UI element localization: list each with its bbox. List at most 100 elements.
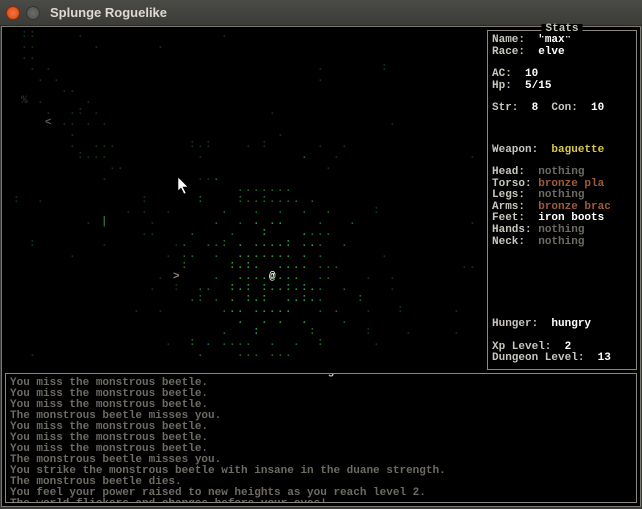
map-tile: . — [141, 206, 148, 217]
map-tile: . — [277, 349, 284, 360]
map-tile: . — [221, 305, 228, 316]
map-tile: . — [237, 217, 244, 228]
map-tile: . — [165, 338, 172, 349]
map-tile: . — [149, 283, 156, 294]
map-tile: . — [237, 316, 244, 327]
message-line: The world flickers and changes before yo… — [10, 499, 632, 503]
map-tile: : — [13, 195, 20, 206]
stat-weapon: Weapon: baguette — [492, 145, 632, 157]
map-tile: . — [469, 217, 476, 228]
map-tile: . — [293, 195, 300, 206]
map-tile: . — [197, 151, 204, 162]
map-tile: : — [261, 195, 268, 206]
map-tile: : — [397, 305, 404, 316]
map-tile: . — [269, 217, 276, 228]
map-tile: . — [85, 151, 92, 162]
map-tile: . — [293, 294, 300, 305]
map-tile: . — [109, 162, 116, 173]
map-tile: : — [173, 283, 180, 294]
map-tile: . — [229, 338, 236, 349]
dungeon-map[interactable]: ::...........:.........:.............:.:… — [5, 30, 483, 370]
map-tile: : — [181, 261, 188, 272]
messages-panel-title: Messages — [291, 373, 352, 378]
map-tile: . — [373, 338, 380, 349]
map-tile: . — [197, 349, 204, 360]
map-tile: : — [317, 338, 324, 349]
map-tile: . — [245, 140, 252, 151]
map-tile: . — [269, 195, 276, 206]
map-tile: . — [453, 305, 460, 316]
map-tile: . — [205, 283, 212, 294]
map-tile: . — [317, 305, 324, 316]
map-tile: . — [133, 305, 140, 316]
map-tile: . — [61, 118, 68, 129]
minimize-icon[interactable] — [26, 6, 40, 20]
stat-race: Race: elve — [492, 47, 632, 59]
map-tile: . — [325, 206, 332, 217]
stairs-down-icon: < — [45, 118, 52, 129]
map-tile: . — [101, 118, 108, 129]
map-tile: : — [189, 140, 196, 151]
map-tile: . — [261, 316, 268, 327]
map-tile: . — [349, 217, 356, 228]
map-tile: . — [325, 228, 332, 239]
map-tile: . — [309, 239, 316, 250]
map-tile: . — [141, 228, 148, 239]
map-tile: : — [245, 294, 252, 305]
map-tile: . — [325, 272, 332, 283]
map-tile: . — [205, 338, 212, 349]
map-tile: : — [197, 195, 204, 206]
map-tile: . — [301, 206, 308, 217]
close-icon[interactable] — [6, 6, 20, 20]
map-tile: . — [317, 140, 324, 151]
map-tile: . — [333, 151, 340, 162]
map-tile: . — [269, 250, 276, 261]
map-tile: . — [125, 206, 132, 217]
map-tile: : — [221, 239, 228, 250]
map-tile: . — [29, 349, 36, 360]
map-tile: . — [229, 305, 236, 316]
map-tile: . — [85, 118, 92, 129]
map-tile: . — [277, 217, 284, 228]
map-tile: . — [389, 283, 396, 294]
map-tile: . — [205, 239, 212, 250]
map-tile: . — [45, 63, 52, 74]
map-tile: . — [85, 217, 92, 228]
map-tile: : — [197, 294, 204, 305]
map-tile: : — [381, 63, 388, 74]
map-tile: . — [69, 140, 76, 151]
map-tile: . — [189, 294, 196, 305]
map-tile: . — [405, 327, 412, 338]
map-tile: . — [365, 305, 372, 316]
map-tile: . — [461, 261, 468, 272]
map-tile: . — [21, 52, 28, 63]
game-viewport[interactable]: ::...........:.........:.............:.:… — [1, 26, 641, 507]
map-tile: | — [101, 217, 108, 228]
map-tile: . — [269, 305, 276, 316]
map-tile: . — [53, 74, 60, 85]
map-tile: . — [37, 74, 44, 85]
map-tile: . — [69, 250, 76, 261]
map-tile: : — [357, 294, 364, 305]
map-tile: . — [157, 272, 164, 283]
map-tile: . — [37, 96, 44, 107]
map-tile: . — [277, 283, 284, 294]
map-tile: . — [189, 228, 196, 239]
map-tile: : — [365, 327, 372, 338]
window-title: Splunge Roguelike — [50, 5, 167, 20]
map-tile: . — [301, 261, 308, 272]
map-tile: : — [261, 140, 268, 151]
map-tile: . — [293, 338, 300, 349]
map-tile: % — [21, 96, 28, 107]
map-tile: . — [301, 151, 308, 162]
map-tile: . — [309, 294, 316, 305]
map-tile: . — [277, 316, 284, 327]
stairs-up-icon: > — [173, 272, 180, 283]
map-tile: . — [205, 173, 212, 184]
map-tile: . — [189, 250, 196, 261]
map-tile: . — [381, 250, 388, 261]
map-tile: . — [221, 338, 228, 349]
messages-panel: Messages You miss the monstrous beetle.Y… — [5, 373, 637, 503]
map-tile: . — [101, 239, 108, 250]
map-tile: . — [101, 173, 108, 184]
